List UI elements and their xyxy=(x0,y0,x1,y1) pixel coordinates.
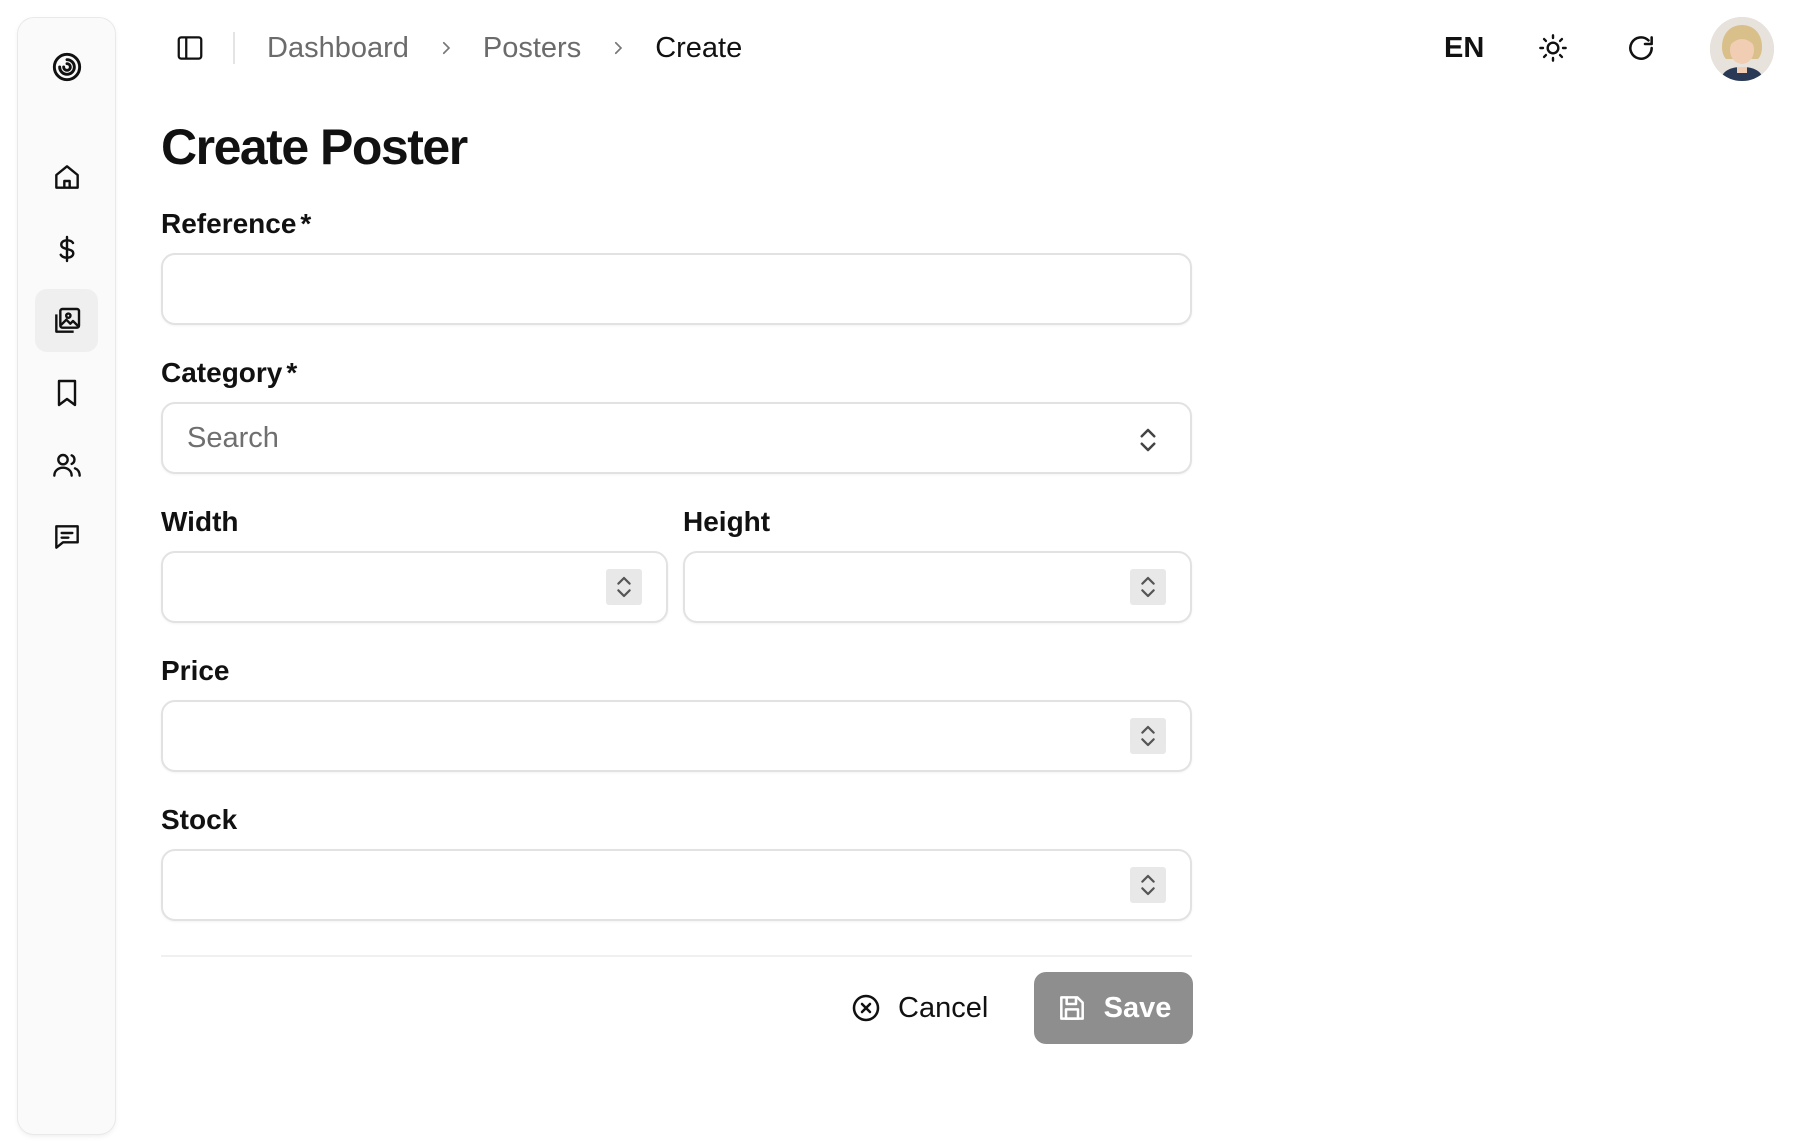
height-input[interactable] xyxy=(685,553,1190,621)
stock-label: Stock xyxy=(161,804,238,835)
category-search-input[interactable] xyxy=(163,404,1190,472)
refresh-button[interactable] xyxy=(1621,28,1661,68)
sidebar-item-finance[interactable] xyxy=(35,217,98,280)
language-switcher[interactable]: EN xyxy=(1444,30,1484,66)
height-stepper[interactable] xyxy=(1130,569,1166,605)
dollar-icon xyxy=(59,235,74,262)
sidebar-item-messages[interactable] xyxy=(35,505,98,568)
reference-label: Reference * xyxy=(161,208,312,239)
width-label: Width xyxy=(161,506,239,537)
required-mark: * xyxy=(286,357,298,388)
home-icon xyxy=(54,164,79,189)
width-field[interactable] xyxy=(161,551,668,623)
width-stepper[interactable] xyxy=(606,569,642,605)
users-icon xyxy=(52,453,81,477)
sidebar-item-users[interactable] xyxy=(35,433,98,496)
avatar[interactable] xyxy=(1710,17,1774,81)
message-icon xyxy=(54,524,79,549)
sidebar-toggle-button[interactable] xyxy=(172,30,208,66)
close-circle-icon xyxy=(852,994,880,1022)
panel-left-icon xyxy=(177,36,203,60)
category-label: Category * xyxy=(161,357,298,388)
form-divider xyxy=(161,955,1192,957)
required-mark: * xyxy=(300,208,312,239)
topbar-divider xyxy=(233,32,235,64)
save-icon xyxy=(1059,996,1084,1020)
sidebar-item-bookmarks[interactable] xyxy=(35,361,98,424)
width-input[interactable] xyxy=(163,553,666,621)
sidebar xyxy=(18,18,115,1134)
reference-input[interactable] xyxy=(163,255,1190,323)
sidebar-item-home[interactable] xyxy=(35,145,98,208)
theme-toggle-button[interactable] xyxy=(1533,28,1573,68)
spiral-logo-icon[interactable] xyxy=(45,45,89,89)
cancel-label: Cancel xyxy=(898,991,989,1024)
stock-field[interactable] xyxy=(161,849,1192,921)
breadcrumb-posters[interactable]: Posters xyxy=(483,32,581,65)
price-stepper[interactable] xyxy=(1130,718,1166,754)
breadcrumb: Dashboard Posters Create xyxy=(267,30,742,66)
save-button[interactable]: Save xyxy=(1034,972,1193,1044)
cancel-button[interactable]: Cancel xyxy=(850,972,1000,1044)
price-field[interactable] xyxy=(161,700,1192,772)
category-select[interactable] xyxy=(161,402,1192,474)
save-label: Save xyxy=(1103,991,1172,1024)
images-icon xyxy=(54,307,80,333)
sidebar-item-posters[interactable] xyxy=(35,289,98,352)
price-input[interactable] xyxy=(163,702,1190,770)
sun-icon xyxy=(1539,34,1567,62)
reference-field[interactable] xyxy=(161,253,1192,325)
stock-stepper[interactable] xyxy=(1130,867,1166,903)
breadcrumb-create: Create xyxy=(655,31,743,64)
page-title: Create Poster xyxy=(161,119,468,175)
height-label: Height xyxy=(683,506,771,537)
stock-input[interactable] xyxy=(163,851,1190,919)
price-label: Price xyxy=(161,655,230,686)
chevron-right-icon xyxy=(609,39,627,57)
refresh-icon xyxy=(1629,36,1653,60)
chevron-right-icon xyxy=(437,39,455,57)
breadcrumb-dashboard[interactable]: Dashboard xyxy=(267,32,409,65)
chevron-up-down-icon[interactable] xyxy=(1134,424,1162,456)
bookmark-icon xyxy=(57,379,76,406)
height-field[interactable] xyxy=(683,551,1192,623)
